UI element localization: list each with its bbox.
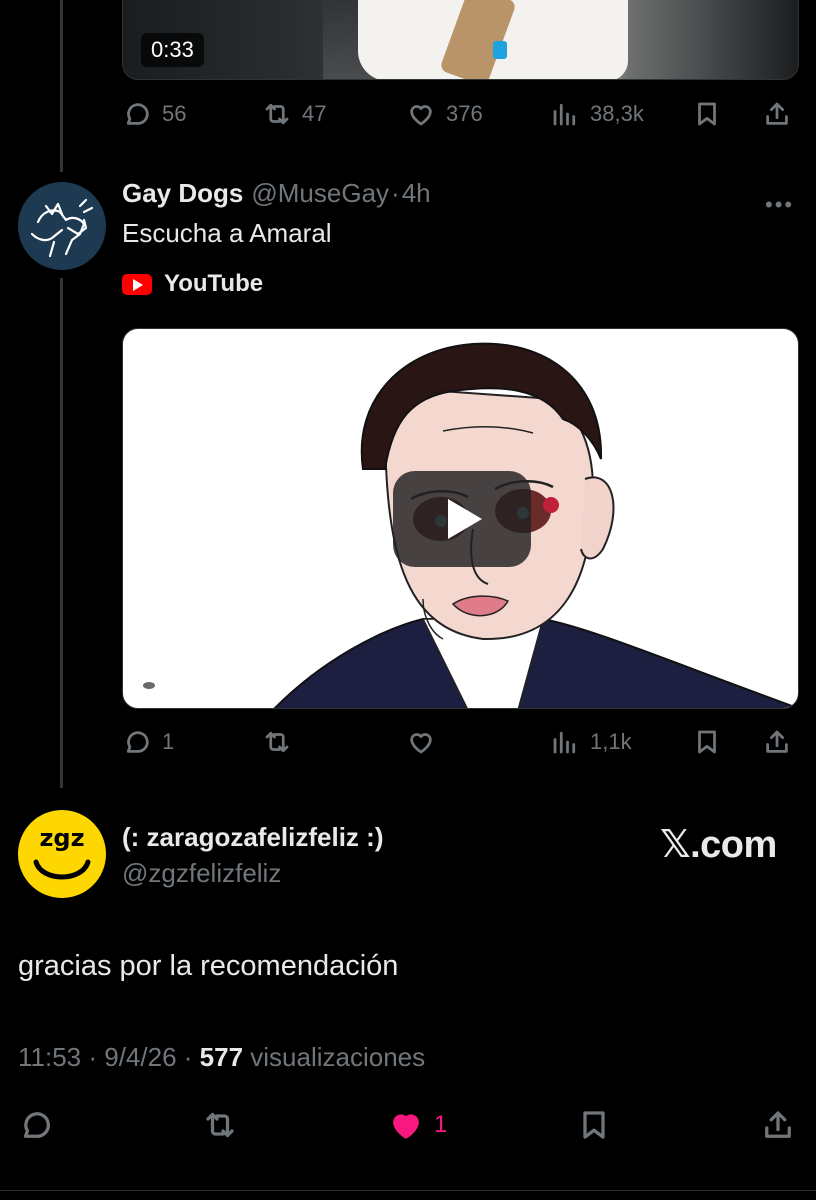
reply-button[interactable] [18, 1105, 54, 1145]
smile-icon [33, 859, 91, 880]
separator-dot: · [391, 178, 400, 208]
bookmark-button[interactable] [576, 1105, 612, 1145]
repost-button[interactable] [262, 722, 292, 762]
like-count: 1 [434, 1111, 448, 1138]
youtube-video-card[interactable] [122, 328, 799, 709]
reply-tweet-actions: 1 1,1k [122, 722, 798, 762]
like-button[interactable]: 376 [406, 94, 483, 134]
bookmark-button[interactable] [692, 722, 722, 762]
divider [0, 1190, 816, 1191]
views-count: 38,3k [590, 101, 644, 126]
like-button[interactable] [406, 722, 436, 762]
share-button[interactable] [760, 1105, 796, 1145]
author-name[interactable]: Gay Dogs [122, 178, 243, 209]
bookmark-icon [698, 102, 716, 126]
quote-author-handle[interactable]: @zgzfelizfeliz [122, 858, 281, 889]
views-icon [553, 103, 576, 126]
quote-author-name[interactable]: (: zaragozafelizfeliz :) [122, 822, 383, 853]
views-count: 577 [199, 1042, 244, 1072]
like-count: 376 [446, 101, 483, 126]
main-tweet-actions: 1 [0, 1105, 816, 1149]
thread-line-reply [60, 278, 63, 788]
views-icon [553, 731, 576, 754]
like-icon [410, 733, 432, 754]
youtube-icon [122, 273, 152, 295]
youtube-source[interactable]: YouTube [122, 270, 263, 298]
reply-button[interactable]: 56 [122, 94, 186, 134]
video-player[interactable]: 0:33 [122, 0, 799, 80]
tweet-time[interactable]: 11:53 [18, 1042, 81, 1072]
youtube-label: YouTube [164, 270, 264, 297]
video-frame-wristband [493, 41, 507, 59]
repost-button[interactable]: 47 [262, 94, 326, 134]
share-icon [766, 102, 788, 125]
reply-count: 1 [162, 729, 175, 754]
video-duration: 0:33 [141, 33, 204, 67]
repost-icon [265, 731, 289, 753]
reply-icon [126, 731, 149, 753]
tweet-date[interactable]: 9/4/26 [104, 1042, 176, 1072]
thread-line-top [60, 0, 63, 172]
progress-dot [143, 682, 155, 689]
quote-text: gracias por la recomendación [18, 950, 399, 982]
share-icon [766, 730, 788, 753]
reply-header: Gay Dogs @MuseGay · 4h [122, 178, 431, 209]
reply-icon [126, 103, 149, 125]
share-icon [765, 1111, 791, 1138]
tweet-text: Escucha a Amaral [122, 218, 332, 248]
dog-illustration-icon [30, 198, 94, 258]
repost-icon [206, 1112, 234, 1138]
tweet-meta: 11:53 · 9/4/26 · 577 visualizaciones [18, 1042, 426, 1072]
views-count: 1,1k [590, 729, 632, 754]
author-handle[interactable]: @MuseGay [251, 178, 389, 209]
views-button[interactable]: 1,1k [550, 722, 632, 762]
like-button[interactable]: 1 [388, 1105, 447, 1145]
bookmark-icon [583, 1111, 605, 1139]
like-icon [410, 105, 432, 126]
repost-icon [265, 103, 289, 125]
reply-count: 56 [162, 101, 187, 126]
more-icon[interactable]: ••• [765, 192, 794, 218]
play-icon[interactable] [393, 471, 531, 567]
share-button[interactable] [762, 722, 792, 762]
views-button[interactable]: 38,3k [550, 94, 644, 134]
repost-button[interactable] [202, 1105, 238, 1145]
reply-icon [23, 1112, 50, 1138]
bookmark-button[interactable] [692, 94, 722, 134]
tweet-time[interactable]: 4h [402, 178, 431, 209]
share-button[interactable] [762, 94, 792, 134]
views-label: visualizaciones [250, 1042, 426, 1072]
like-icon [393, 1114, 419, 1139]
bookmark-icon [698, 730, 716, 754]
top-tweet-actions: 56 47 376 38,3k [122, 94, 798, 134]
repost-count: 47 [302, 101, 327, 126]
reply-button[interactable]: 1 [122, 722, 174, 762]
avatar-gay-dogs[interactable] [18, 182, 106, 270]
x-com-watermark: 𝕏.com [660, 824, 777, 866]
avatar-zgz[interactable]: zgz [18, 810, 106, 898]
